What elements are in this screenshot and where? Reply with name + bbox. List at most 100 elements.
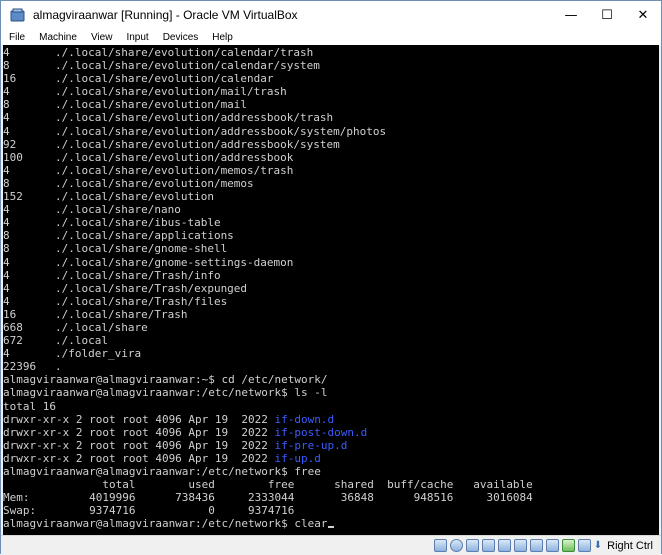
du-path: . (55, 360, 62, 374)
ls-dir-name: if-post-down.d (274, 425, 368, 439)
terminal-line-clear: almagviraanwar@almagviraanwar:/etc/netwo… (3, 517, 659, 530)
maximize-icon: ☐ (601, 7, 613, 23)
video-capture-icon[interactable] (545, 539, 559, 552)
du-size: 672 (3, 334, 23, 348)
virtualbox-window: almagviraanwar [Running] - Oracle VM Vir… (0, 0, 662, 555)
du-size: 4 (3, 268, 10, 282)
du-output: 4 ./.local/share/evolution/calendar/trash… (3, 46, 659, 373)
du-line: 22396. (3, 360, 659, 373)
du-path: ./.local/share/evolution/memos/trash (55, 163, 294, 177)
terminal-line-cd: almagviraanwar@almagviraanwar:~$ cd /etc… (3, 373, 328, 387)
du-size: 4 (3, 347, 10, 361)
du-path: ./.local/share/evolution/mail (55, 98, 248, 112)
du-line: 92 ./.local/share/evolution/addressbook/s… (3, 138, 659, 151)
du-path: ./.local/share/Trash/info (55, 268, 221, 282)
window-title: almagviraanwar [Running] - Oracle VM Vir… (33, 8, 298, 22)
du-line: 672 ./.local (3, 334, 659, 347)
ls-meta: drwxr-xr-x 2 root root 4096 Apr 19 2022 (3, 438, 275, 452)
menu-input[interactable]: Input (119, 32, 155, 43)
du-line: 4 ./.local/share/evolution/calendar/trash (3, 46, 659, 59)
ls-output: drwxr-xr-x 2 root root 4096 Apr 19 2022 … (3, 413, 659, 465)
terminal-line-ls: almagviraanwar@almagviraanwar:/etc/netwo… (3, 386, 328, 400)
du-size: 4 (3, 46, 10, 59)
du-size: 16 (3, 72, 17, 86)
du-size: 4 (3, 163, 10, 177)
menu-machine[interactable]: Machine (32, 32, 84, 43)
host-key-label[interactable]: Right Ctrl (607, 540, 653, 552)
du-size: 16 (3, 307, 17, 321)
optical-drive-icon[interactable] (449, 539, 463, 552)
du-path: ./.local/share/applications (55, 229, 234, 243)
du-path: ./.local/share/nano (55, 203, 181, 217)
du-path: ./.local/share/evolution/addressbook/tra… (55, 111, 334, 125)
ls-line: drwxr-xr-x 2 root root 4096 Apr 19 2022 … (3, 413, 659, 426)
du-path: ./.local/share/evolution/addressbook (55, 150, 294, 164)
du-line: 4 ./folder_vira (3, 347, 659, 360)
du-size: 8 (3, 59, 10, 73)
mouse-integration-icon[interactable] (577, 539, 591, 552)
network-icon[interactable] (481, 539, 495, 552)
du-path: ./.local/share/evolution/mail/trash (55, 85, 287, 99)
menu-devices[interactable]: Devices (156, 32, 206, 43)
free-header: total used free shared buff/cache availa… (3, 478, 533, 492)
menu-help[interactable]: Help (205, 32, 240, 43)
menu-view[interactable]: View (84, 32, 120, 43)
du-path: ./.local (55, 334, 108, 348)
display-icon[interactable] (529, 539, 543, 552)
du-line: 4 ./.local/share/gnome-settings-daemon (3, 256, 659, 269)
close-button[interactable]: ✕ (625, 1, 661, 29)
du-line: 4 ./.local/share/Trash/expunged (3, 282, 659, 295)
du-path: ./.local/share/Trash (55, 307, 188, 321)
usb-icon[interactable] (497, 539, 511, 552)
du-size: 8 (3, 98, 10, 112)
virtualbox-app-icon (9, 7, 25, 23)
typed-command: clear (294, 517, 328, 531)
host-key-arrow-icon: ⬇ (593, 540, 603, 551)
du-path: ./.local/share/evolution/calendar (55, 72, 274, 86)
du-path: ./.local/share/evolution/memos (55, 176, 254, 190)
du-line: 4 ./.local/share/nano (3, 203, 659, 216)
ls-meta: drwxr-xr-x 2 root root 4096 Apr 19 2022 (3, 412, 275, 426)
audio-icon[interactable] (465, 539, 479, 552)
du-size: 668 (3, 320, 23, 334)
vm-console-screen[interactable]: 4 ./.local/share/evolution/calendar/trash… (3, 45, 659, 536)
du-size: 4 (3, 124, 10, 138)
minimize-button[interactable]: — (553, 1, 589, 29)
close-icon: ✕ (637, 7, 649, 23)
minimize-icon: — (564, 7, 578, 23)
ls-dir-name: if-down.d (274, 412, 335, 426)
terminal-line-free: almagviraanwar@almagviraanwar:/etc/netwo… (3, 465, 321, 478)
du-line: 4 ./.local/share/evolution/memos/trash (3, 164, 659, 177)
du-size: 4 (3, 111, 10, 125)
cpu-activity-icon[interactable] (561, 539, 575, 552)
du-path: ./.local/share/gnome-settings-daemon (55, 255, 294, 269)
ls-line: drwxr-xr-x 2 root root 4096 Apr 19 2022 … (3, 426, 659, 439)
du-line: 100 ./.local/share/evolution/addressbook (3, 151, 659, 164)
prompt: almagviraanwar@almagviraanwar:/etc/netwo… (3, 517, 295, 531)
maximize-button[interactable]: ☐ (589, 1, 625, 29)
menu-bar: File Machine View Input Devices Help (1, 29, 661, 45)
du-line: 4 ./.local/share/evolution/addressbook/tr… (3, 111, 659, 124)
du-size: 4 (3, 85, 10, 99)
du-line: 8 ./.local/share/gnome-shell (3, 242, 659, 255)
du-path: ./.local/share/ibus-table (55, 216, 221, 230)
ls-line: drwxr-xr-x 2 root root 4096 Apr 19 2022 … (3, 439, 659, 452)
ls-meta: drwxr-xr-x 2 root root 4096 Apr 19 2022 (3, 451, 275, 465)
hard-disk-icon[interactable] (433, 539, 447, 552)
ls-line: drwxr-xr-x 2 root root 4096 Apr 19 2022 … (3, 452, 659, 465)
du-line: 4 ./.local/share/evolution/addressbook/sy… (3, 125, 659, 138)
du-size: 4 (3, 294, 10, 308)
du-path: ./.local/share/Trash/expunged (55, 281, 248, 295)
shared-folders-icon[interactable] (513, 539, 527, 552)
du-line: 8 ./.local/share/evolution/mail (3, 98, 659, 111)
du-path: ./folder_vira (55, 347, 142, 361)
text-cursor (327, 526, 334, 529)
du-path: ./.local/share/evolution/calendar/system (55, 59, 320, 73)
ls-meta: drwxr-xr-x 2 root root 4096 Apr 19 2022 (3, 425, 275, 439)
menu-file[interactable]: File (1, 32, 32, 43)
status-bar: ⬇ Right Ctrl (1, 535, 661, 555)
du-line: 8 ./.local/share/applications (3, 229, 659, 242)
title-bar[interactable]: almagviraanwar [Running] - Oracle VM Vir… (1, 1, 661, 29)
du-line: 4 ./.local/share/evolution/mail/trash (3, 85, 659, 98)
terminal-line-total: total 16 (3, 399, 56, 413)
